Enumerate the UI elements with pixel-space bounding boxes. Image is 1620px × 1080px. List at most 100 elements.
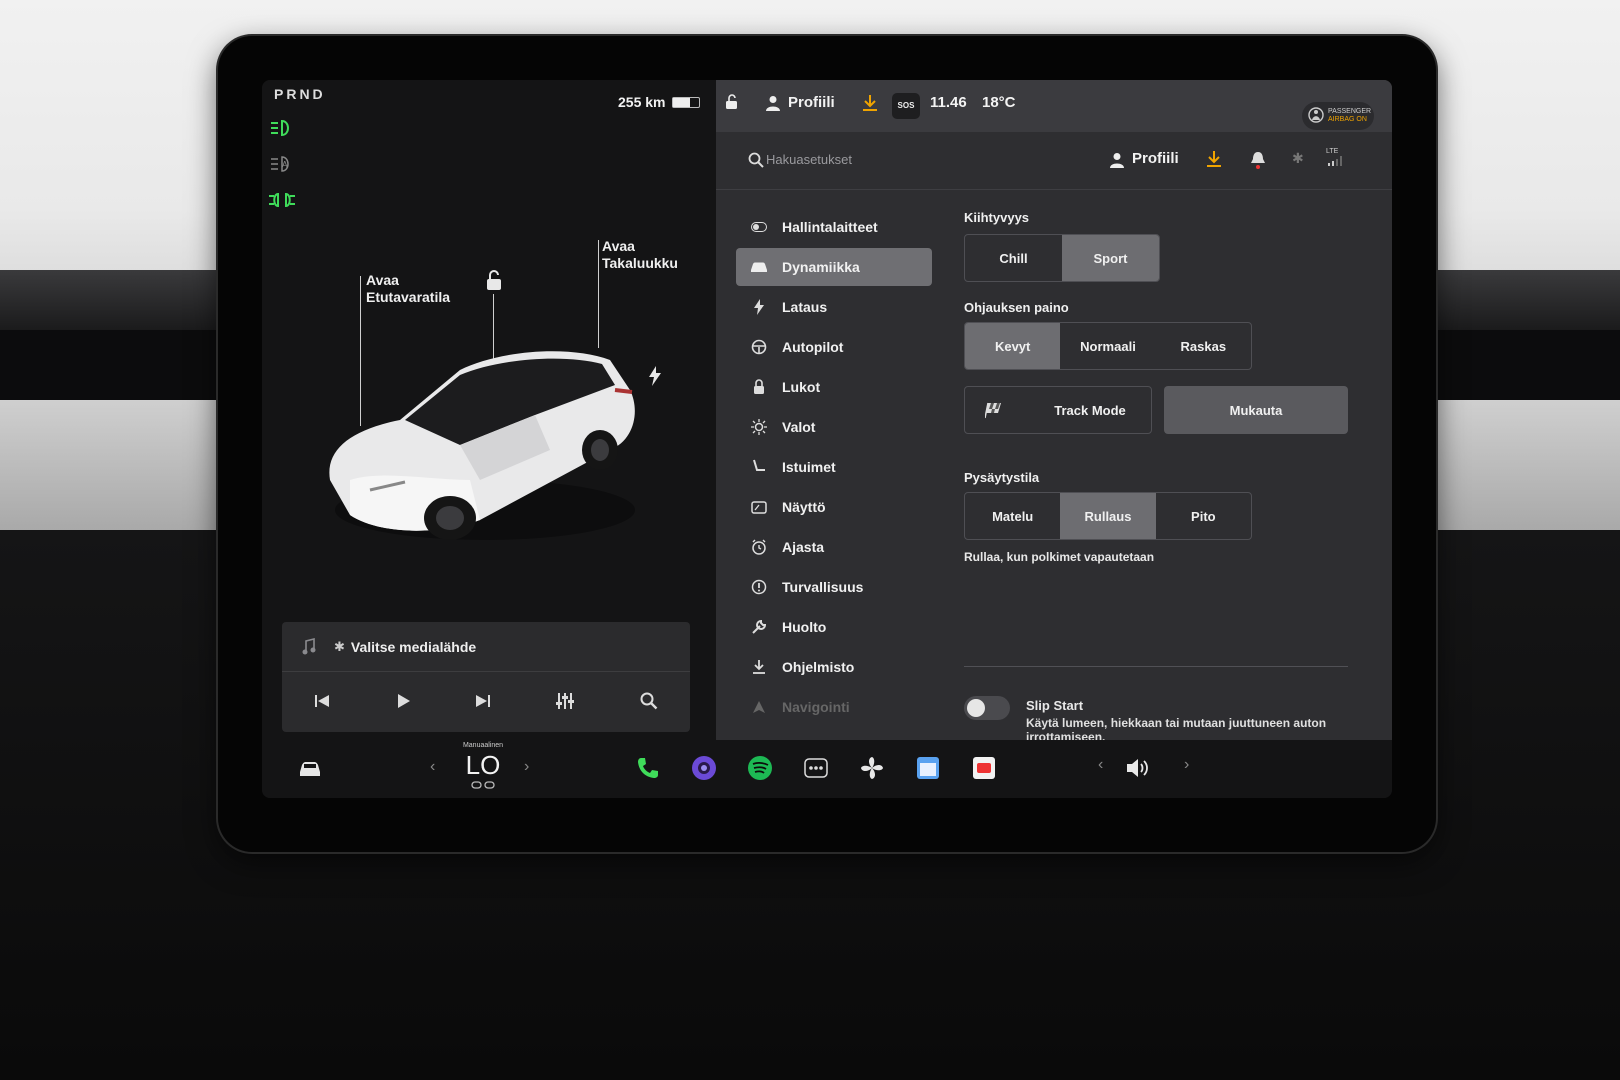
sun-icon	[750, 418, 768, 436]
steering-option-normaali[interactable]: Normaali	[1060, 323, 1155, 369]
play-icon[interactable]	[395, 693, 411, 709]
nav-item-valot[interactable]: Valot	[736, 408, 932, 446]
nav-item-label: Autopilot	[782, 339, 844, 355]
slip-start-title: Slip Start	[1026, 698, 1084, 713]
nav-item-dynamiikka[interactable]: Dynamiikka	[736, 248, 932, 286]
download-icon	[750, 658, 768, 676]
car-icon[interactable]	[296, 754, 324, 782]
nav-item-label: Ajasta	[782, 539, 825, 555]
fan-icon[interactable]	[858, 754, 886, 782]
acceleration-option-sport[interactable]: Sport	[1062, 235, 1159, 281]
search-icon[interactable]	[640, 692, 658, 710]
nav-item-label: Istuimet	[782, 459, 836, 475]
lock-icon	[750, 378, 768, 396]
slip-start-toggle[interactable]	[964, 696, 1010, 720]
open-trunk-line2: Takaluukku	[602, 255, 678, 271]
nav-item-label: Hallintalaitteet	[782, 219, 878, 235]
stopping-option-pito[interactable]: Pito	[1156, 493, 1251, 539]
unlock-status-icon[interactable]	[724, 94, 740, 110]
acceleration-title: Kiihtyvyys	[964, 210, 1030, 225]
notification-bell-icon[interactable]	[1250, 150, 1266, 170]
more-apps-icon[interactable]	[802, 754, 830, 782]
open-frunk-label[interactable]: Avaa Etutavaratila	[366, 272, 450, 306]
open-frunk-line1: Avaa	[366, 272, 399, 288]
parking-light-icon	[269, 192, 295, 208]
range-readout: 255 km	[618, 94, 666, 110]
svg-text:A: A	[282, 160, 288, 169]
download-status-icon[interactable]	[862, 94, 878, 112]
camera-icon[interactable]	[690, 754, 718, 782]
cabin-temperature[interactable]: LO	[458, 750, 508, 781]
status-profile-label[interactable]: Profiili	[788, 94, 835, 111]
stopping-option-rullaus[interactable]: Rullaus	[1060, 493, 1156, 539]
nav-item-näyttö[interactable]: Näyttö	[736, 488, 932, 526]
battery-icon	[672, 97, 700, 108]
track-mode-label: Track Mode	[1054, 402, 1126, 418]
clock: 11.46	[930, 94, 967, 111]
previous-track-icon[interactable]	[314, 693, 330, 709]
stopping-mode-selector: Matelu Rullaus Pito	[964, 492, 1252, 540]
media-source-row[interactable]: ✱ Valitse medialähde	[282, 622, 690, 672]
settings-nav: Hallintalaitteet Dynamiikka Lataus Autopilo…	[736, 208, 932, 728]
nav-item-ohjelmisto[interactable]: Ohjelmisto	[736, 648, 932, 686]
unlock-icon[interactable]	[484, 270, 504, 292]
gear-selector: PRND	[274, 86, 326, 102]
track-mode-button[interactable]: Track Mode	[964, 386, 1152, 434]
chevron-right-icon[interactable]: ›	[524, 758, 529, 776]
toggle-icon	[750, 218, 768, 236]
nav-item-autopilot[interactable]: Autopilot	[736, 328, 932, 366]
bolt-icon	[750, 298, 768, 316]
nav-item-istuimet[interactable]: Istuimet	[736, 448, 932, 486]
signal-icon	[1328, 156, 1342, 166]
phone-icon[interactable]	[634, 754, 662, 782]
vehicle-panel: PRND A 255 km Avaa Etutavaratila Avaa Ta…	[262, 80, 716, 740]
steering-option-kevyt[interactable]: Kevyt	[965, 323, 1061, 369]
settings-header: Profiili ✱ LTE	[716, 132, 1392, 190]
video-app-icon[interactable]	[970, 754, 998, 782]
settings-search-input[interactable]	[766, 148, 966, 170]
steering-wheel-icon	[750, 338, 768, 356]
steering-selector: Kevyt Normaali Raskas	[964, 322, 1252, 370]
auto-highbeam-icon: A	[271, 156, 289, 172]
profile-icon	[766, 96, 780, 111]
airbag-icon	[1308, 107, 1324, 123]
open-trunk-line1: Avaa	[602, 238, 635, 254]
wrench-icon	[750, 618, 768, 636]
bottom-dock: ‹ Manuaalinen LO › ‹ ›	[262, 740, 1392, 798]
calendar-icon[interactable]	[914, 754, 942, 782]
nav-item-label: Navigointi	[782, 699, 850, 715]
nav-item-navigointi[interactable]: Navigointi	[736, 688, 932, 726]
spotify-icon[interactable]	[746, 754, 774, 782]
nav-item-huolto[interactable]: Huolto	[736, 608, 932, 646]
nav-item-hallintalaitteet[interactable]: Hallintalaitteet	[736, 208, 932, 246]
nav-item-label: Turvallisuus	[782, 579, 864, 595]
volume-down-chevron-icon[interactable]: ‹	[1098, 756, 1103, 774]
bluetooth-icon[interactable]: ✱	[1292, 150, 1304, 167]
section-divider	[964, 666, 1348, 667]
download-icon[interactable]	[1206, 150, 1222, 168]
volume-up-chevron-icon[interactable]: ›	[1184, 756, 1189, 774]
nav-item-ajasta[interactable]: Ajasta	[736, 528, 932, 566]
seat-heater-icon[interactable]	[470, 780, 496, 790]
steering-title: Ohjauksen paino	[964, 300, 1069, 315]
customize-button[interactable]: Mukauta	[1164, 386, 1348, 434]
nav-item-lataus[interactable]: Lataus	[736, 288, 932, 326]
chevron-left-icon[interactable]: ‹	[430, 758, 435, 776]
charge-port-bolt-icon[interactable]	[648, 366, 662, 386]
climate-mode-label: Manuaalinen	[462, 742, 504, 749]
stopping-option-matelu[interactable]: Matelu	[965, 493, 1060, 539]
next-track-icon[interactable]	[475, 693, 491, 709]
steering-option-raskas[interactable]: Raskas	[1156, 323, 1251, 369]
header-profile-label[interactable]: Profiili	[1132, 150, 1179, 167]
nav-item-label: Huolto	[782, 619, 827, 635]
nav-item-turvallisuus[interactable]: Turvallisuus	[736, 568, 932, 606]
acceleration-selector: Chill Sport	[964, 234, 1160, 282]
checkered-flag-icon	[985, 402, 1001, 419]
volume-icon[interactable]	[1124, 754, 1152, 782]
acceleration-option-chill[interactable]: Chill	[965, 235, 1062, 281]
nav-item-lukot[interactable]: Lukot	[736, 368, 932, 406]
open-trunk-label[interactable]: Avaa Takaluukku	[602, 238, 678, 272]
battery-fill	[673, 98, 690, 107]
sos-button[interactable]: SOS	[892, 93, 920, 119]
equalizer-icon[interactable]	[555, 692, 575, 710]
